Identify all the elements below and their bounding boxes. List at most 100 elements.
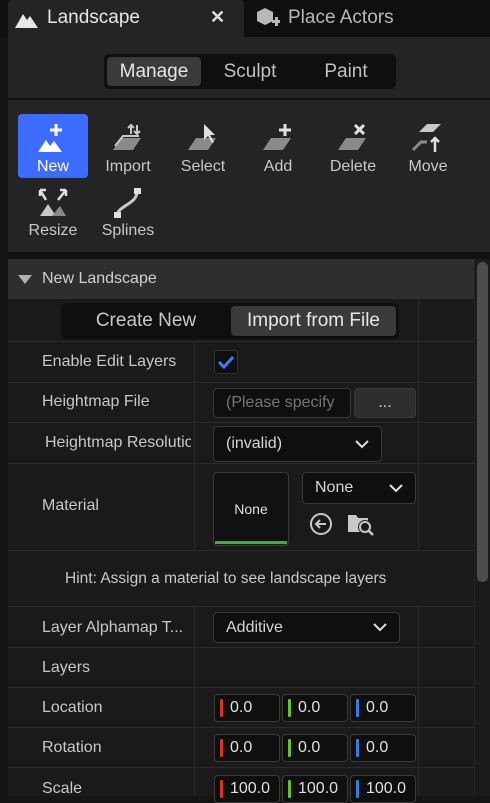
chevron-down-icon [355, 439, 369, 448]
tool-resize-button[interactable]: Resize [18, 178, 88, 242]
delete-icon [336, 120, 370, 154]
column-divider [194, 728, 195, 768]
tab-landscape[interactable]: Landscape ✕ [8, 0, 244, 37]
column-divider [194, 423, 195, 464]
tool-move-label: Move [408, 158, 448, 175]
tool-add-button[interactable]: Add [243, 114, 313, 178]
enable-edit-layers-label: Enable Edit Layers [42, 353, 177, 370]
use-selected-asset-icon[interactable] [309, 512, 333, 541]
divider [8, 98, 490, 100]
column-divider [418, 342, 419, 383]
scale-y-value: 100.0 [298, 780, 339, 797]
heightmap-file-input[interactable] [213, 388, 351, 418]
tool-delete-button[interactable]: Delete [318, 114, 388, 178]
layer-alphamap-label: Layer Alphamap T... [42, 619, 184, 636]
tool-delete-label: Delete [329, 158, 377, 175]
location-label: Location [42, 699, 103, 716]
location-y-input[interactable]: 0.0 [282, 694, 348, 722]
column-divider [418, 688, 419, 728]
tool-select-button[interactable]: Select [168, 114, 238, 178]
tool-splines-label: Splines [101, 222, 155, 239]
location-x-value: 0.0 [230, 699, 253, 716]
material-dropdown[interactable]: None [302, 472, 416, 504]
rotation-y-value: 0.0 [298, 739, 321, 756]
scale-x-value: 100.0 [230, 780, 271, 797]
column-divider [418, 607, 419, 648]
mode-sculpt-button[interactable]: Sculpt [203, 57, 297, 86]
tool-select-label: Select [180, 158, 226, 175]
tool-new-label: New [36, 158, 69, 175]
chevron-down-icon [389, 483, 403, 492]
section-title: New Landscape [42, 270, 157, 287]
tool-add-label: Add [263, 158, 293, 175]
material-thumbnail[interactable]: None [213, 472, 289, 546]
mode-paint-button[interactable]: Paint [299, 57, 393, 86]
import-icon [111, 120, 145, 154]
rotation-z-input[interactable]: 0.0 [350, 734, 416, 762]
create-new-button[interactable]: Create New [64, 306, 228, 336]
rotation-x-input[interactable]: 0.0 [214, 734, 280, 762]
rotation-x-value: 0.0 [230, 739, 253, 756]
add-icon [261, 120, 295, 154]
column-divider [194, 648, 195, 688]
column-divider [194, 768, 195, 796]
scale-x-input[interactable]: 100.0 [214, 775, 280, 803]
new-landscape-section-header[interactable]: New Landscape [8, 259, 474, 299]
tool-import-label: Import [105, 158, 151, 175]
tab-place-actors-label: Place Actors [288, 7, 394, 28]
landscape-mode-icon [14, 8, 40, 35]
move-icon [411, 120, 445, 154]
scrollbar-thumb[interactable] [477, 262, 488, 582]
tool-new-button[interactable]: New [18, 114, 88, 178]
scale-label: Scale [42, 780, 83, 797]
tool-resize-label: Resize [28, 222, 78, 239]
column-divider [418, 423, 419, 464]
location-z-input[interactable]: 0.0 [350, 694, 416, 722]
column-divider [418, 728, 419, 768]
chevron-down-icon [373, 623, 387, 632]
tab-landscape-label: Landscape [47, 7, 140, 28]
splines-icon [111, 184, 145, 218]
column-divider [194, 383, 195, 423]
tool-import-button[interactable]: Import [93, 114, 163, 178]
mode-manage-button[interactable]: Manage [107, 57, 201, 86]
material-thumbnail-label: None [234, 501, 268, 517]
column-divider [194, 342, 195, 383]
tool-move-button[interactable]: Move [393, 114, 463, 178]
scale-z-value: 100.0 [366, 780, 407, 797]
layer-alphamap-value: Additive [226, 618, 283, 636]
heightmap-resolution-label: Heightmap Resolutio [45, 434, 191, 451]
tool-splines-button[interactable]: Splines [93, 178, 163, 242]
heightmap-resolution-value: (invalid) [226, 435, 283, 452]
place-actors-icon [254, 6, 281, 35]
browse-asset-icon[interactable] [346, 511, 374, 542]
column-divider [194, 688, 195, 728]
location-x-input[interactable]: 0.0 [214, 694, 280, 722]
browse-button[interactable]: ... [354, 388, 416, 418]
collapse-arrow-icon[interactable] [18, 274, 32, 284]
column-divider [194, 464, 195, 551]
layer-alphamap-dropdown[interactable]: Additive [213, 612, 400, 643]
scale-z-input[interactable]: 100.0 [350, 775, 416, 803]
resize-icon [36, 184, 70, 218]
thumbnail-underline [215, 541, 287, 544]
tab-place-actors[interactable]: Place Actors [250, 0, 450, 37]
hint-text: Hint: Assign a material to see landscape… [65, 570, 387, 587]
location-z-value: 0.0 [366, 699, 389, 716]
new-landscape-icon [36, 120, 70, 154]
column-divider [418, 383, 419, 423]
column-divider [418, 768, 419, 796]
location-y-value: 0.0 [298, 699, 321, 716]
checkmark-icon [217, 355, 235, 370]
scale-y-input[interactable]: 100.0 [282, 775, 348, 803]
import-from-file-button[interactable]: Import from File [231, 306, 396, 336]
column-divider [418, 299, 419, 342]
material-dropdown-value: None [315, 479, 354, 496]
close-tab-icon[interactable]: ✕ [210, 7, 225, 28]
select-icon [186, 120, 220, 154]
rotation-y-input[interactable]: 0.0 [282, 734, 348, 762]
rotation-z-value: 0.0 [366, 739, 389, 756]
enable-edit-layers-checkbox[interactable] [214, 350, 238, 374]
heightmap-file-label: Heightmap File [42, 393, 150, 410]
heightmap-resolution-dropdown[interactable]: (invalid) [213, 426, 382, 462]
